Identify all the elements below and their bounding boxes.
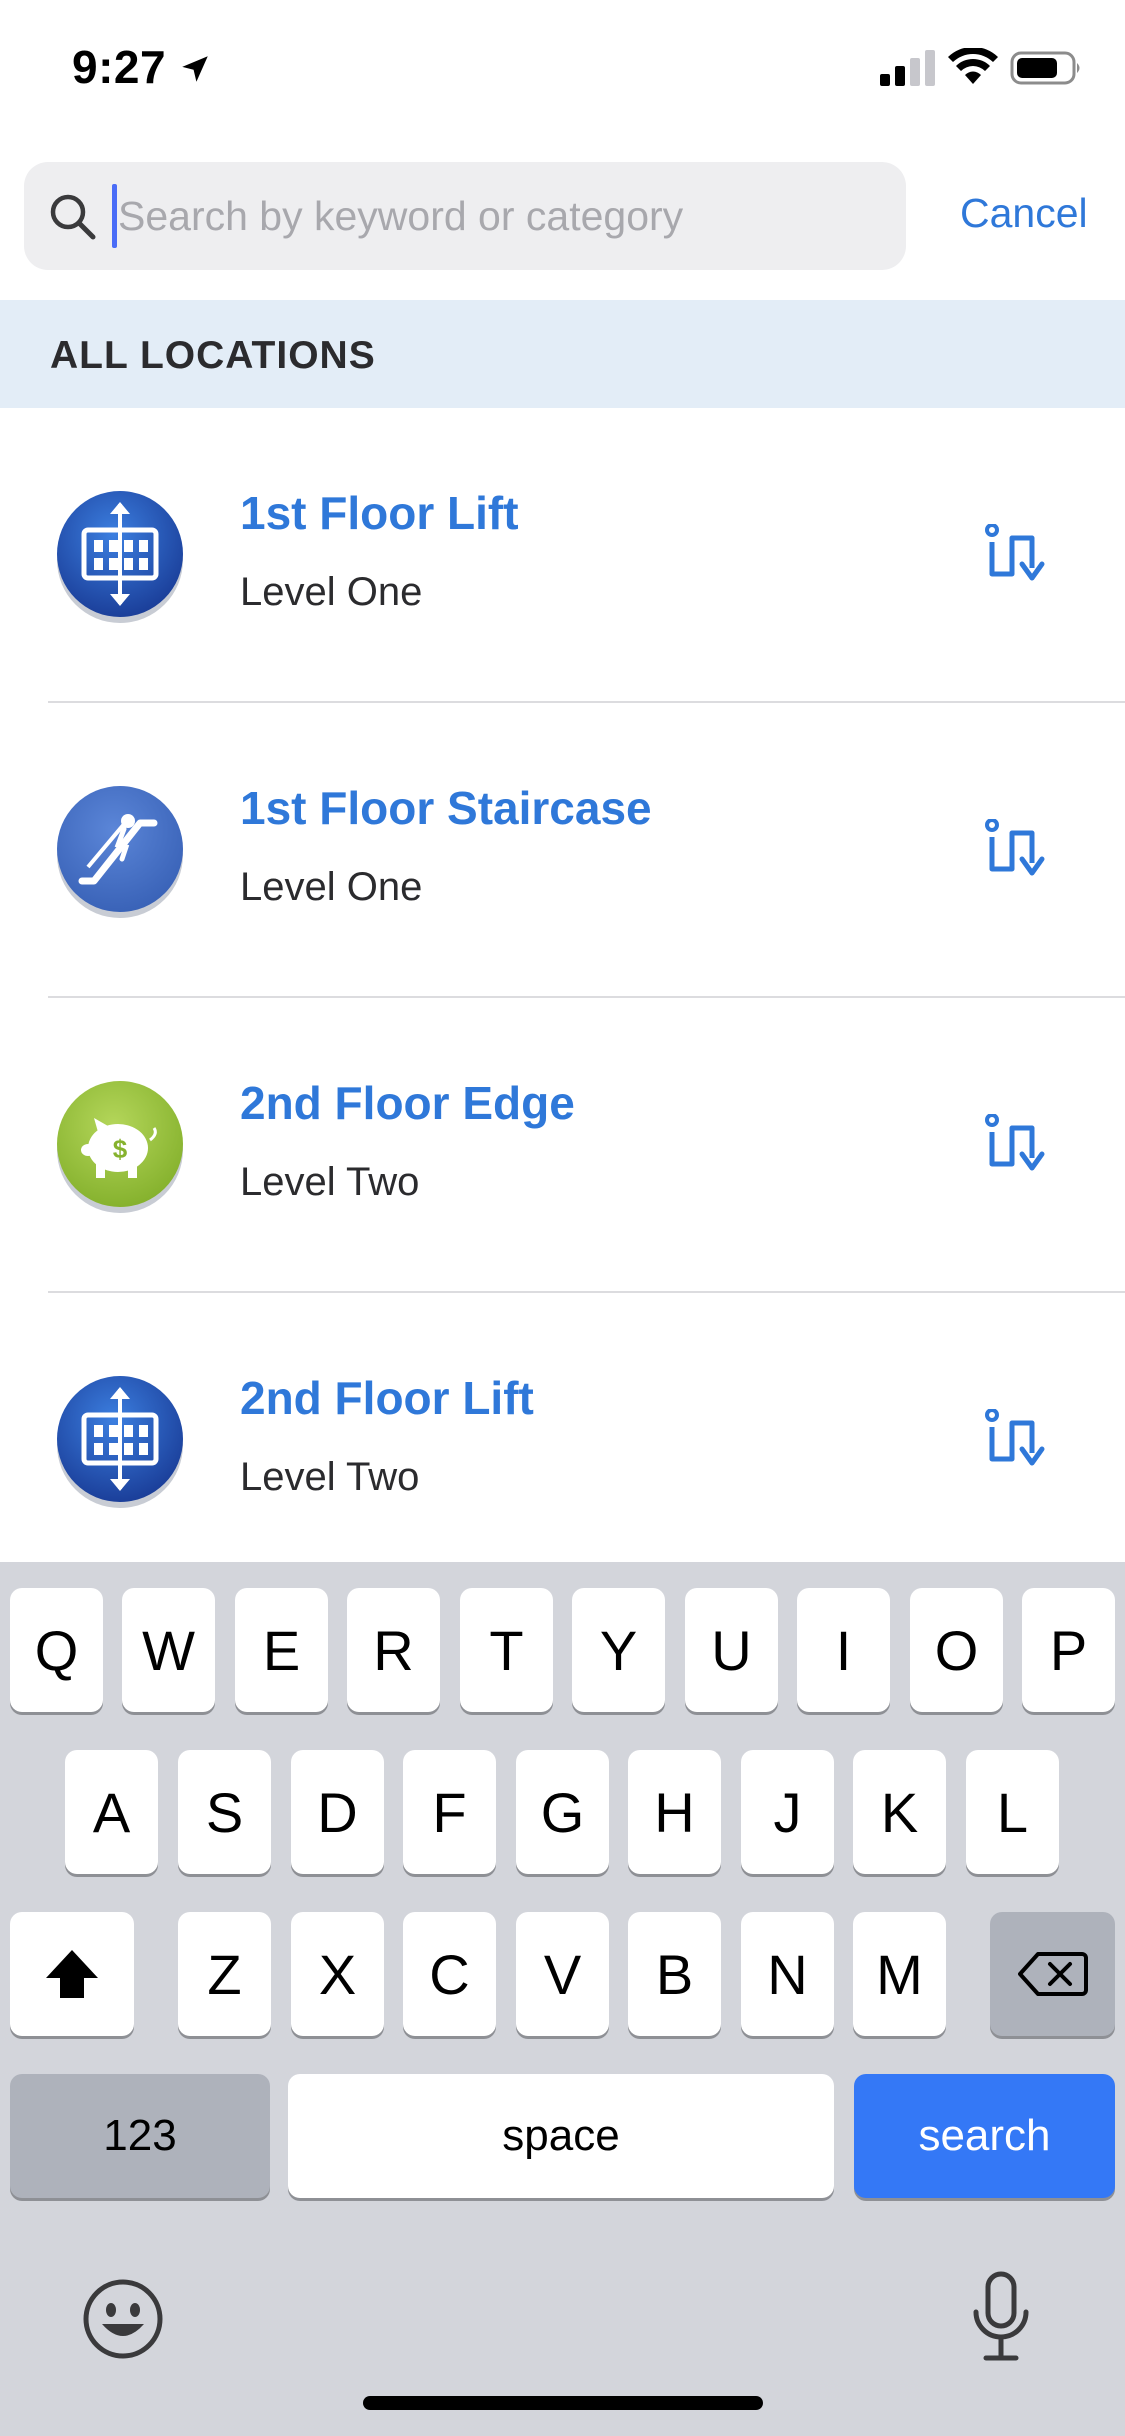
backspace-icon <box>1017 1952 1088 1996</box>
battery-icon <box>1010 51 1080 85</box>
location-title: 1st Floor Lift <box>240 487 519 539</box>
wifi-icon <box>948 48 998 84</box>
location-level: Level Two <box>240 1160 420 1204</box>
microphone-icon[interactable] <box>966 2270 1036 2366</box>
key-g[interactable]: G <box>516 1750 609 1874</box>
key-v[interactable]: V <box>516 1912 609 2036</box>
cellular-signal-icon <box>880 50 935 86</box>
list-item[interactable]: 2nd Floor Lift Level Two <box>0 1293 1125 1588</box>
location-title: 2nd Floor Lift <box>240 1372 534 1424</box>
location-level: Level One <box>240 570 423 614</box>
key-a[interactable]: A <box>65 1750 158 1874</box>
key-i[interactable]: I <box>797 1588 890 1712</box>
locations-list: 1st Floor Lift Level One 1st Floor Stair… <box>0 408 1125 1588</box>
key-w[interactable]: W <box>122 1588 215 1712</box>
escalator-icon <box>57 786 183 918</box>
section-title: ALL LOCATIONS <box>50 334 376 377</box>
search-input[interactable] <box>118 162 888 270</box>
text-cursor <box>112 184 117 248</box>
key-u[interactable]: U <box>685 1588 778 1712</box>
key-h[interactable]: H <box>628 1750 721 1874</box>
status-bar: 9:27 <box>0 0 1125 140</box>
space-key[interactable]: space <box>288 2074 834 2198</box>
location-title: 1st Floor Staircase <box>240 782 652 834</box>
key-s[interactable]: S <box>178 1750 271 1874</box>
location-title: 2nd Floor Edge <box>240 1077 575 1129</box>
section-header: ALL LOCATIONS <box>0 300 1125 408</box>
list-item[interactable]: 1st Floor Staircase Level One <box>0 703 1125 998</box>
directions-icon[interactable] <box>984 819 1048 877</box>
key-j[interactable]: J <box>741 1750 834 1874</box>
key-y[interactable]: Y <box>572 1588 665 1712</box>
shift-key[interactable] <box>10 1912 134 2036</box>
key-t[interactable]: T <box>460 1588 553 1712</box>
elevator-icon <box>57 1376 183 1508</box>
key-x[interactable]: X <box>291 1912 384 2036</box>
location-level: Level One <box>240 865 423 909</box>
key-c[interactable]: C <box>403 1912 496 2036</box>
key-e[interactable]: E <box>235 1588 328 1712</box>
key-q[interactable]: Q <box>10 1588 103 1712</box>
shift-icon <box>46 1950 98 1998</box>
list-item[interactable]: 1st Floor Lift Level One <box>0 408 1125 703</box>
status-time: 9:27 <box>72 41 167 93</box>
key-n[interactable]: N <box>741 1912 834 2036</box>
elevator-icon <box>57 491 183 623</box>
location-level: Level Two <box>240 1455 420 1499</box>
search-key[interactable]: search <box>854 2074 1115 2198</box>
piggy-bank-icon: $ <box>57 1081 183 1213</box>
home-indicator[interactable] <box>363 2396 763 2410</box>
key-f[interactable]: F <box>403 1750 496 1874</box>
keyboard: Q W E R T Y U I O P A S D F G H J K L Z … <box>0 1562 1125 2436</box>
svg-text:$: $ <box>113 1134 128 1164</box>
key-b[interactable]: B <box>628 1912 721 2036</box>
key-o[interactable]: O <box>910 1588 1003 1712</box>
cancel-button[interactable]: Cancel <box>960 190 1088 237</box>
directions-icon[interactable] <box>984 1409 1048 1467</box>
key-l[interactable]: L <box>966 1750 1059 1874</box>
location-arrow-icon <box>182 56 208 82</box>
numbers-key[interactable]: 123 <box>10 2074 270 2198</box>
list-item[interactable]: $ 2nd Floor Edge Level Two <box>0 998 1125 1293</box>
emoji-icon[interactable] <box>80 2276 166 2362</box>
key-k[interactable]: K <box>853 1750 946 1874</box>
key-r[interactable]: R <box>347 1588 440 1712</box>
key-d[interactable]: D <box>291 1750 384 1874</box>
directions-icon[interactable] <box>984 524 1048 582</box>
key-p[interactable]: P <box>1022 1588 1115 1712</box>
delete-key[interactable] <box>990 1912 1115 2036</box>
directions-icon[interactable] <box>984 1114 1048 1172</box>
search-icon <box>50 194 96 240</box>
search-bar[interactable] <box>24 162 906 270</box>
key-m[interactable]: M <box>853 1912 946 2036</box>
key-z[interactable]: Z <box>178 1912 271 2036</box>
